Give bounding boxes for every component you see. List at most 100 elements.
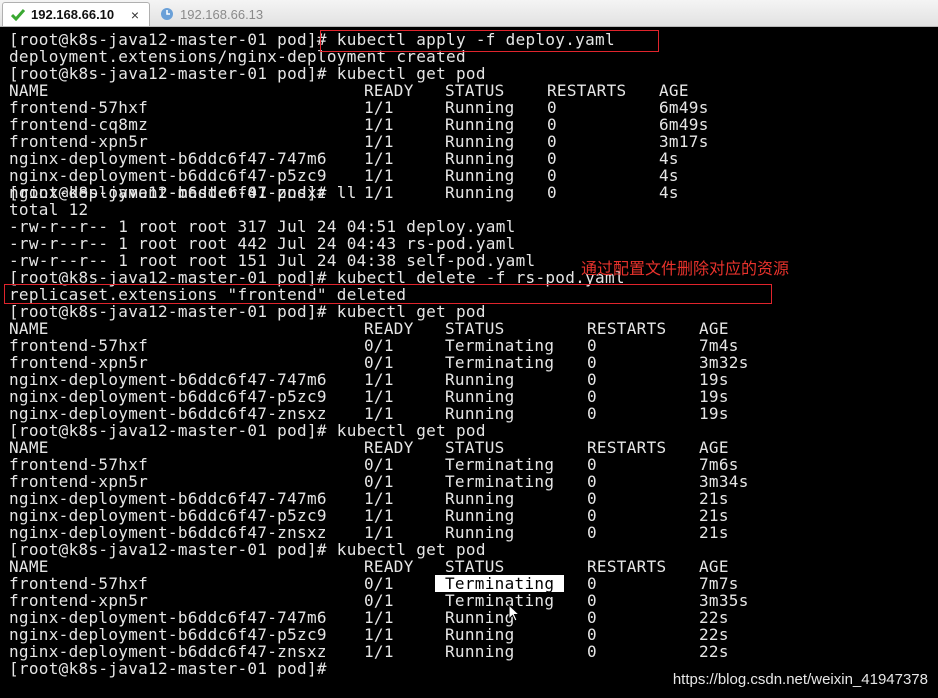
cell-age: 22s (699, 642, 729, 661)
cell-status: Terminating (445, 455, 555, 474)
header-status: STATUS (445, 81, 505, 100)
cell-name: frontend-57hxf (9, 336, 149, 355)
cell-age: 21s (699, 523, 729, 542)
cell-age: 3m34s (699, 472, 749, 491)
cell-age: 3m35s (699, 591, 749, 610)
cell-status: Running (445, 132, 515, 151)
cell-ready: 1/1 (364, 132, 394, 151)
cell-ready: 0/1 (364, 336, 394, 355)
terminal-output[interactable]: [root@k8s-java12-master-01 pod]# kubectl… (0, 28, 938, 698)
terminal-line: [root@k8s-java12-master-01 pod]# kubectl… (9, 302, 486, 321)
terminal-line: -rw-r--r-- 1 root root 442 Jul 24 04:43 … (9, 234, 516, 253)
cell-restarts: 0 (587, 353, 597, 372)
terminal-line: total 12 (9, 200, 89, 219)
header-ready: READY (364, 319, 414, 338)
check-icon (9, 6, 27, 24)
cell-name: nginx-deployment-b6ddc6f47-znsxz (9, 523, 327, 542)
cell-age: 21s (699, 489, 729, 508)
header-name: NAME (9, 557, 49, 576)
cell-ready: 0/1 (364, 455, 394, 474)
cell-status: Terminating (445, 591, 555, 610)
cell-status: Running (445, 404, 515, 423)
header-ready: READY (364, 557, 414, 576)
header-ready: READY (364, 438, 414, 457)
close-icon[interactable]: × (127, 7, 143, 23)
header-age: AGE (699, 557, 729, 576)
cell-age: 3m17s (659, 132, 709, 151)
header-restarts: RESTARTS (587, 438, 667, 457)
cell-restarts: 0 (547, 183, 557, 202)
cell-status: Running (445, 608, 515, 627)
cell-ready: 1/1 (364, 183, 394, 202)
cell-ready: 1/1 (364, 625, 394, 644)
header-name: NAME (9, 81, 49, 100)
cell-age: 22s (699, 625, 729, 644)
cell-name: nginx-deployment-b6ddc6f47-znsxz (9, 404, 327, 423)
cell-age: 19s (699, 404, 729, 423)
cell-age: 4s (659, 149, 679, 168)
cell-restarts: 0 (547, 166, 557, 185)
header-age: AGE (699, 319, 729, 338)
cell-name: frontend-57hxf (9, 455, 149, 474)
selected-cell-status: Terminating (435, 575, 565, 592)
cell-restarts: 0 (587, 574, 597, 593)
cell-name: frontend-xpn5r (9, 591, 149, 610)
cell-name: nginx-deployment-b6ddc6f47-747m6 (9, 149, 327, 168)
mouse-cursor-icon (508, 603, 521, 626)
cell-age: 19s (699, 370, 729, 389)
header-restarts: RESTARTS (587, 319, 667, 338)
cell-age: 6m49s (659, 98, 709, 117)
terminal-line: -rw-r--r-- 1 root root 317 Jul 24 04:51 … (9, 217, 516, 236)
cell-age: 7m6s (699, 455, 739, 474)
cell-ready: 1/1 (364, 387, 394, 406)
cell-ready: 0/1 (364, 353, 394, 372)
cell-ready: 1/1 (364, 523, 394, 542)
cell-restarts: 0 (587, 506, 597, 525)
cell-restarts: 0 (587, 336, 597, 355)
clock-icon (158, 5, 176, 23)
cell-restarts: 0 (587, 608, 597, 627)
cell-name: frontend-xpn5r (9, 353, 149, 372)
header-status: STATUS (445, 438, 505, 457)
cell-age: 4s (659, 183, 679, 202)
cell-ready: 1/1 (364, 489, 394, 508)
cell-name: frontend-xpn5r (9, 472, 149, 491)
annotation-text: 通过配置文件删除对应的资源 (581, 259, 790, 278)
cell-ready: 1/1 (364, 642, 394, 661)
terminal-line: [root@k8s-java12-master-01 pod]# kubectl… (9, 540, 486, 559)
cell-status: Terminating (445, 472, 555, 491)
cell-ready: 1/1 (364, 404, 394, 423)
cell-age: 3m32s (699, 353, 749, 372)
cell-age: 4s (659, 166, 679, 185)
cell-age: 21s (699, 506, 729, 525)
cell-status: Running (445, 183, 515, 202)
tab-inactive-session[interactable]: 192.168.66.13 (152, 2, 312, 26)
cell-name: frontend-57hxf (9, 98, 149, 117)
terminal-line: [root@k8s-java12-master-01 pod]# kubectl… (9, 421, 486, 440)
header-ready: READY (364, 81, 414, 100)
cell-name: nginx-deployment-b6ddc6f47-747m6 (9, 608, 327, 627)
cell-status: Running (445, 523, 515, 542)
cell-status: Running (445, 149, 515, 168)
cell-status: Running (445, 115, 515, 134)
cell-name: frontend-57hxf (9, 574, 149, 593)
cell-restarts: 0 (547, 98, 557, 117)
header-status: STATUS (445, 557, 505, 576)
tab-active-session[interactable]: 192.168.66.10 × (2, 2, 150, 26)
cell-restarts: 0 (587, 455, 597, 474)
header-restarts: RESTARTS (587, 557, 667, 576)
header-name: NAME (9, 438, 49, 457)
cell-status: Running (445, 98, 515, 117)
cell-name: nginx-deployment-b6ddc6f47-p5zc9 (9, 387, 327, 406)
cell-status: Running (445, 166, 515, 185)
cell-restarts: 0 (587, 489, 597, 508)
watermark: https://blog.csdn.net/weixin_41947378 (672, 671, 928, 688)
cell-status: Running (445, 370, 515, 389)
cell-ready: 0/1 (364, 472, 394, 491)
terminal-line: -rw-r--r-- 1 root root 151 Jul 24 04:38 … (9, 251, 536, 270)
terminal-line: [root@k8s-java12-master-01 pod]# (9, 659, 327, 678)
cell-ready: 0/1 (364, 591, 394, 610)
header-age: AGE (659, 81, 689, 100)
tab-bar: 192.168.66.10 × 192.168.66.13 (0, 0, 938, 27)
cell-status: Terminating (445, 336, 555, 355)
